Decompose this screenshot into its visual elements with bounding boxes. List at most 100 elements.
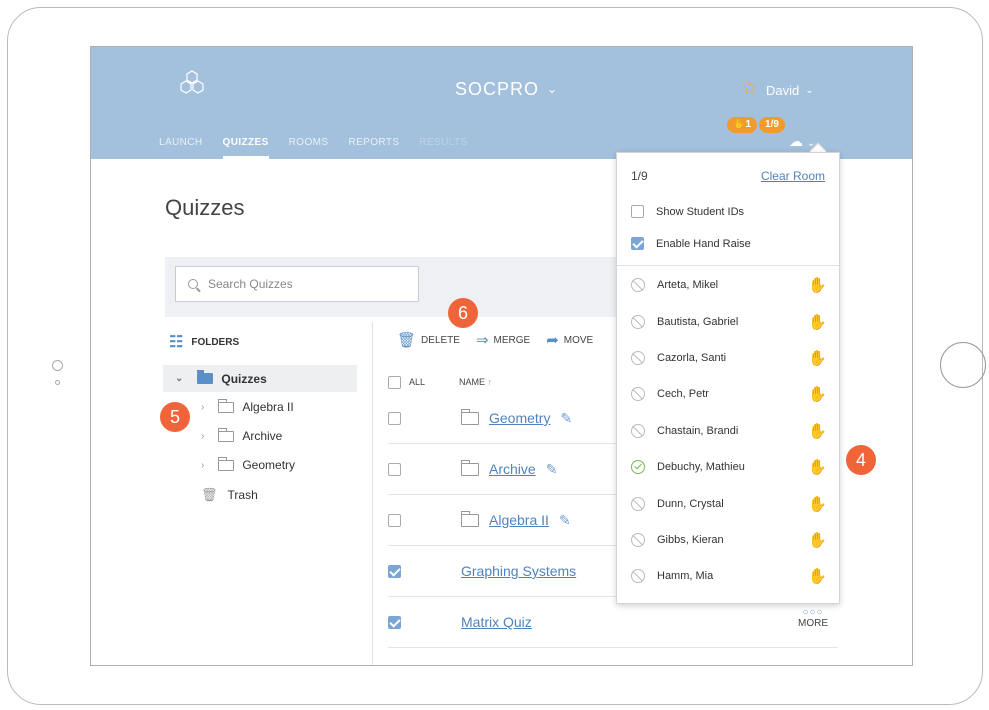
app-title-menu[interactable]: SOCPRO ⌄ — [455, 79, 558, 100]
all-label: ALL — [409, 377, 426, 387]
name-label: NAME — [459, 377, 486, 387]
hand-icon[interactable]: ✋ — [808, 567, 827, 585]
more-button[interactable]: ○○○ MORE — [798, 607, 828, 629]
folder-icon — [461, 408, 479, 425]
hand-icon[interactable]: ✋ — [808, 313, 827, 331]
hand-icon[interactable]: ✋ — [808, 531, 827, 549]
hand-icon[interactable]: ✋ — [808, 349, 827, 367]
student-row: Dunn, Crystal ✋ — [631, 494, 827, 514]
hand-icon[interactable]: ✋ — [808, 422, 827, 440]
name-column-header[interactable]: NAME ↑ — [459, 377, 492, 387]
absent-icon — [631, 569, 645, 583]
panel-divider — [617, 265, 839, 266]
pencil-icon[interactable]: ✎ — [560, 410, 572, 427]
hand-icon[interactable]: ✋ — [808, 385, 827, 403]
folder-icon — [461, 459, 479, 476]
tree-item-geometry[interactable]: › Geometry — [201, 456, 295, 472]
tab-launch[interactable]: LAUNCH — [159, 137, 203, 159]
chevron-down-icon: ⌄ — [805, 85, 814, 96]
tree-item-quizzes[interactable]: ⌄ Quizzes — [163, 365, 357, 392]
list-item[interactable]: Matrix Quiz — [388, 597, 838, 648]
room-count-badge: 1/9 — [759, 117, 785, 133]
user-menu[interactable]: ☆ David ⌄ — [741, 78, 814, 102]
folder-icon — [218, 427, 235, 442]
tree-item-algebra-ii[interactable]: › Algebra II — [201, 398, 294, 414]
row-name-link[interactable]: Matrix Quiz — [461, 614, 532, 630]
student-row: Gibbs, Kieran ✋ — [631, 530, 827, 550]
row-checkbox[interactable] — [388, 411, 401, 425]
absent-icon — [631, 351, 645, 365]
main-nav: LAUNCH QUIZZES ROOMS REPORTS RESULTS — [159, 137, 488, 159]
user-name: David — [766, 83, 800, 98]
merge-button[interactable]: ⇒ MERGE — [476, 331, 530, 349]
student-name: Debuchy, Mathieu — [657, 461, 745, 473]
tab-quizzes[interactable]: QUIZZES — [222, 137, 269, 159]
student-row: Cech, Petr ✋ — [631, 384, 827, 404]
enable-hand-raise-checkbox[interactable] — [631, 237, 644, 250]
star-icon: ☆ — [741, 78, 759, 99]
student-row: Arteta, Mikel ✋ — [631, 275, 827, 295]
chevron-down-icon[interactable]: ⌄ — [175, 373, 183, 384]
show-student-ids-checkbox[interactable] — [631, 205, 644, 218]
tree-item-archive[interactable]: › Archive — [201, 427, 282, 443]
option-label: Enable Hand Raise — [656, 237, 751, 250]
row-checkbox[interactable] — [388, 513, 401, 527]
hand-icon[interactable]: ✋ — [808, 276, 827, 294]
callout-badge: 4 — [846, 445, 876, 475]
pencil-icon[interactable]: ✎ — [546, 461, 558, 478]
move-button[interactable]: ➦ MOVE — [546, 331, 593, 349]
delete-button[interactable]: 🗑 DELETE — [397, 331, 460, 349]
student-name: Arteta, Mikel — [657, 279, 719, 291]
absent-icon — [631, 424, 645, 438]
home-button[interactable] — [940, 342, 986, 388]
chevron-right-icon[interactable]: › — [201, 431, 204, 442]
row-name-link[interactable]: Algebra II — [489, 512, 549, 528]
column-divider — [372, 322, 373, 665]
tab-rooms[interactable]: ROOMS — [289, 137, 329, 159]
room-dropdown-panel: 1/9 Clear Room Show Student IDs Enable H… — [616, 152, 840, 604]
row-name-link[interactable]: Graphing Systems — [461, 563, 576, 579]
more-dots-icon: ○○○ — [802, 607, 824, 618]
select-all-checkbox[interactable] — [388, 375, 401, 389]
chevron-right-icon[interactable]: › — [201, 402, 204, 413]
move-label: MOVE — [563, 334, 594, 346]
absent-icon — [631, 278, 645, 292]
row-name-link[interactable]: Geometry — [489, 410, 550, 426]
search-input[interactable]: Search Quizzes — [175, 266, 419, 302]
more-label: MORE — [798, 618, 828, 629]
clear-room-link[interactable]: Clear Room — [761, 169, 825, 183]
row-name-link[interactable]: Archive — [489, 461, 536, 477]
row-checkbox[interactable] — [388, 462, 401, 476]
status-badges[interactable]: ✋1 1/9 — [727, 117, 787, 133]
option-label: Show Student IDs — [656, 205, 745, 218]
hand-icon[interactable]: ✋ — [808, 495, 827, 513]
absent-icon — [631, 533, 645, 547]
hand-raise-badge: ✋1 — [727, 117, 758, 133]
student-name: Gibbs, Kieran — [657, 534, 724, 546]
raised-hand-icon[interactable]: ✋ — [808, 458, 827, 476]
folders-heading: ☷ FOLDERS — [169, 332, 239, 352]
enable-hand-raise-option[interactable]: Enable Hand Raise — [631, 237, 751, 250]
merge-label: MERGE — [493, 334, 531, 346]
student-row: Debuchy, Mathieu ✋ — [631, 457, 827, 477]
pencil-icon[interactable]: ✎ — [559, 512, 571, 529]
trash-icon: 🗑 — [397, 332, 417, 349]
delete-label: DELETE — [421, 334, 460, 346]
tree-item-trash[interactable]: 🗑 Trash — [201, 487, 258, 503]
folder-icon — [218, 456, 235, 471]
folder-icon — [218, 398, 235, 413]
chevron-down-icon: ⌄ — [547, 82, 559, 96]
hexagon-logo-icon[interactable] — [177, 69, 207, 99]
chevron-right-icon[interactable]: › — [201, 460, 204, 471]
move-folder-icon: ➦ — [546, 332, 559, 349]
trash-icon: 🗑 — [201, 487, 218, 502]
show-student-ids-option[interactable]: Show Student IDs — [631, 205, 744, 218]
row-checkbox[interactable] — [388, 615, 401, 629]
app-title: SOCPRO — [455, 79, 540, 99]
row-checkbox[interactable] — [388, 564, 401, 578]
sort-arrow-icon: ↑ — [487, 377, 493, 387]
tab-results: RESULTS — [419, 137, 468, 148]
camera-icon — [52, 360, 63, 371]
folder-icon — [197, 370, 214, 384]
tab-reports[interactable]: REPORTS — [348, 137, 399, 159]
